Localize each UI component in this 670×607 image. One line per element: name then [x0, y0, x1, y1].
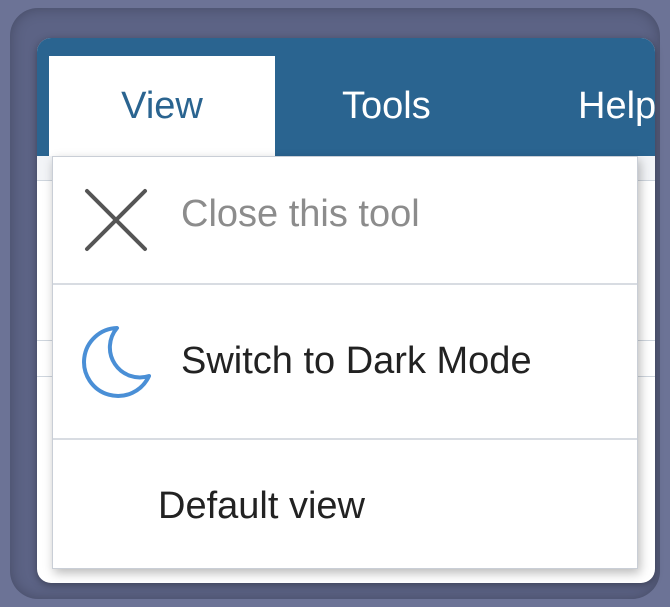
view-dropdown-menu: Close this tool Switch to Dark Mode Defa… [52, 156, 638, 569]
menu-item-dark-mode[interactable]: Switch to Dark Mode [53, 284, 637, 438]
menu-tab-view[interactable]: View [49, 56, 275, 156]
menu-bar: View Tools Help [37, 38, 655, 156]
menu-item-label: Switch to Dark Mode [181, 340, 532, 382]
menu-item-default-view[interactable]: Default view [53, 439, 637, 569]
menu-item-label: Close this tool [181, 193, 420, 235]
menu-tab-tools[interactable]: Tools [342, 56, 431, 156]
menu-tab-help[interactable]: Help [578, 56, 655, 156]
close-icon [85, 189, 147, 251]
menu-item-label: Default view [158, 485, 365, 527]
moon-icon [82, 326, 151, 398]
app-window: View Tools Help Close this tool Switch t… [37, 38, 655, 583]
menu-item-close-tool[interactable]: Close this tool [53, 157, 637, 283]
